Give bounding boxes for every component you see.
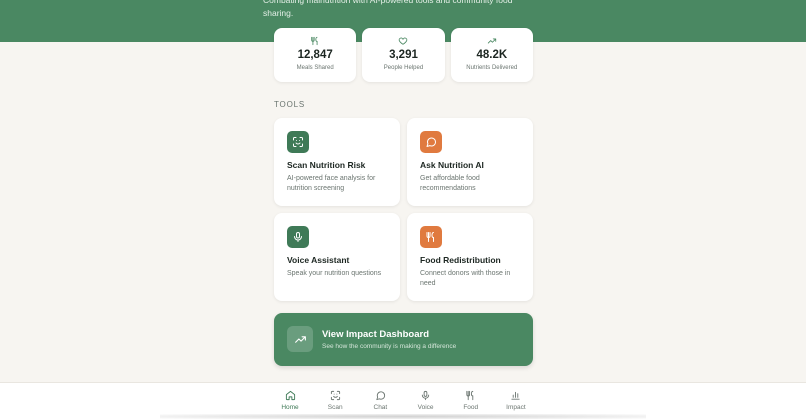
heart-icon [399, 37, 408, 45]
tool-description: Speak your nutrition questions [287, 270, 382, 277]
tool-icon-badge [287, 226, 309, 248]
hero-tagline: Combating malnutrition with AI-powered t… [263, 0, 513, 18]
microphone-icon [294, 232, 302, 242]
nav-label: Impact [506, 404, 526, 411]
tool-card-scan[interactable]: Scan Nutrition Risk AI-powered face anal… [274, 118, 400, 206]
tool-description: AI-powered face analysis for nutrition s… [287, 175, 376, 192]
stat-card-nutrients: 48.2K Nutrients Delivered [450, 28, 533, 82]
impact-title: View Impact Dashboard [322, 329, 429, 340]
trending-up-icon [487, 38, 496, 44]
utensils-icon [466, 390, 474, 401]
face-scan-icon [293, 137, 303, 147]
bottom-shadow [160, 414, 646, 419]
tool-icon-badge [287, 131, 309, 153]
tool-title: Food Redistribution [420, 255, 501, 265]
tool-card-ask-ai[interactable]: Ask Nutrition AI Get affordable food rec… [407, 118, 533, 206]
tool-title: Voice Assistant [287, 255, 350, 265]
trending-up-icon [294, 335, 306, 343]
stat-value: 3,291 [389, 49, 418, 61]
impact-icon-badge [287, 326, 313, 352]
tools-grid: Scan Nutrition Risk AI-powered face anal… [274, 118, 533, 301]
utensils-icon [426, 232, 434, 242]
nav-label: Home [281, 404, 299, 411]
scan-icon [330, 390, 340, 401]
stat-value: 12,847 [297, 49, 333, 61]
impact-dashboard-card[interactable]: View Impact Dashboard See how the commun… [274, 313, 533, 366]
nav-label: Voice [417, 404, 434, 411]
tool-icon-badge [420, 131, 442, 153]
bar-chart-icon [511, 391, 521, 400]
stat-label: People Helped [383, 65, 424, 71]
impact-subtitle: See how the community is making a differ… [322, 343, 457, 350]
stat-card-meals: 12,847 Meals Shared [274, 28, 357, 82]
tool-card-food[interactable]: Food Redistribution Connect donors with … [407, 213, 533, 301]
stat-label: Meals Shared [296, 65, 334, 71]
stat-card-people: 3,291 People Helped [362, 28, 445, 82]
section-title-tools: TOOLS [274, 100, 305, 109]
microphone-icon [421, 390, 430, 401]
utensils-icon [311, 36, 318, 46]
tool-title: Ask Nutrition AI [420, 160, 484, 170]
nav-label: Scan [327, 404, 343, 411]
stat-value: 48.2K [476, 49, 508, 61]
nav-label: Chat [373, 404, 388, 411]
stat-label: Nutrients Delivered [466, 65, 518, 71]
tool-description: Connect donors with those in need [420, 270, 511, 287]
tool-description: Get affordable food recommendations [420, 175, 480, 192]
chat-bubble-icon [376, 391, 385, 401]
chat-bubble-icon [426, 137, 436, 147]
tool-icon-badge [420, 226, 442, 248]
stats-row: 12,847 Meals Shared 3,291 People Helped … [274, 28, 533, 82]
nav-label: Food [463, 404, 479, 411]
home-icon [285, 390, 295, 401]
tool-title: Scan Nutrition Risk [287, 160, 366, 170]
tool-card-voice[interactable]: Voice Assistant Speak your nutrition que… [274, 213, 400, 301]
